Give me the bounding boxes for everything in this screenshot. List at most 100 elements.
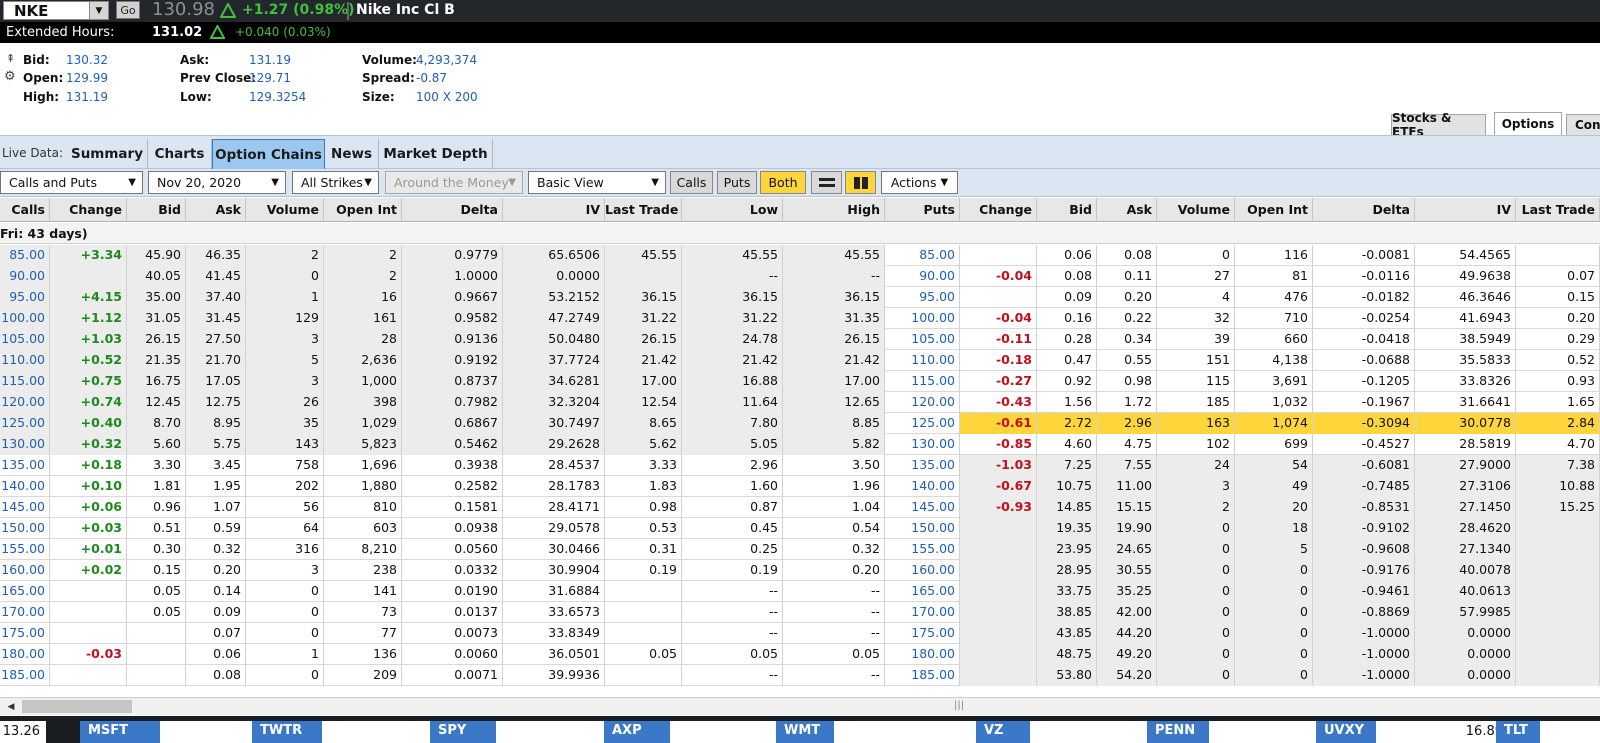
column-header-calls-4[interactable]: Volume xyxy=(246,198,324,222)
put-cell[interactable]: 0 xyxy=(1157,539,1235,560)
call-cell[interactable]: +0.32 xyxy=(50,434,127,455)
put-cell[interactable]: 53.80 xyxy=(1037,665,1097,686)
table-row[interactable]: 95.00 +4.15 35.00 37.40 1 16 0.9667 53.2152 36.1… xyxy=(0,287,1600,308)
call-cell[interactable]: 0.05 xyxy=(605,644,682,665)
put-cell[interactable]: -1.0000 xyxy=(1313,644,1415,665)
call-cell[interactable]: 24.78 xyxy=(682,329,783,350)
call-cell[interactable]: 12.75 xyxy=(186,392,246,413)
column-header-calls-9[interactable]: Low xyxy=(682,198,783,222)
call-cell[interactable]: 758 xyxy=(246,455,324,476)
call-cell[interactable]: 28 xyxy=(324,329,402,350)
call-cell[interactable]: 1,696 xyxy=(324,455,402,476)
call-cell[interactable]: 30.7497 xyxy=(503,413,605,434)
put-strike-cell[interactable]: 170.00 xyxy=(885,602,960,623)
put-cell[interactable]: 0 xyxy=(1157,581,1235,602)
put-cell[interactable]: 39 xyxy=(1157,329,1235,350)
put-cell[interactable]: 0 xyxy=(1235,602,1313,623)
call-cell[interactable]: 21.42 xyxy=(605,350,682,371)
put-cell[interactable]: 35.25 xyxy=(1097,581,1157,602)
put-cell[interactable]: -0.0688 xyxy=(1313,350,1415,371)
table-row[interactable]: 175.00 0.07 0 77 0.0073 33.8349 -- -- 175.00 43.8… xyxy=(0,623,1600,644)
tab-summary[interactable]: Summary xyxy=(67,139,148,169)
call-cell[interactable]: 27.50 xyxy=(186,329,246,350)
put-strike-cell[interactable]: 135.00 xyxy=(885,455,960,476)
call-cell[interactable]: 0.54 xyxy=(783,518,885,539)
call-cell[interactable]: -- xyxy=(783,623,885,644)
call-cell[interactable] xyxy=(127,644,186,665)
put-strike-cell[interactable]: 175.00 xyxy=(885,623,960,644)
column-header-calls-7[interactable]: IV xyxy=(503,198,605,222)
call-cell[interactable]: 12.45 xyxy=(127,392,186,413)
put-cell[interactable]: 49.20 xyxy=(1097,644,1157,665)
put-cell[interactable]: 27.1340 xyxy=(1415,539,1516,560)
call-cell[interactable]: 8.85 xyxy=(783,413,885,434)
put-cell[interactable]: 163 xyxy=(1157,413,1235,434)
call-cell[interactable]: 0.2582 xyxy=(402,476,503,497)
put-cell[interactable]: -0.93 xyxy=(960,497,1037,518)
put-cell[interactable]: 18 xyxy=(1235,518,1313,539)
call-strike-cell[interactable]: 140.00 xyxy=(0,476,50,497)
put-cell[interactable] xyxy=(1516,644,1600,665)
call-cell[interactable]: 34.6281 xyxy=(503,371,605,392)
call-cell[interactable]: 136 xyxy=(324,644,402,665)
call-cell[interactable]: 0.32 xyxy=(783,539,885,560)
put-cell[interactable]: -0.0182 xyxy=(1313,287,1415,308)
call-cell[interactable]: 3 xyxy=(246,329,324,350)
call-cell[interactable]: 46.35 xyxy=(186,245,246,266)
call-cell[interactable]: 0.19 xyxy=(605,560,682,581)
call-cell[interactable]: 129 xyxy=(246,308,324,329)
call-cell[interactable]: 0.45 xyxy=(682,518,783,539)
call-cell[interactable]: -- xyxy=(783,581,885,602)
put-cell[interactable]: -0.1967 xyxy=(1313,392,1415,413)
call-cell[interactable]: 1.04 xyxy=(783,497,885,518)
put-cell[interactable]: 0.34 xyxy=(1097,329,1157,350)
chevron-down-icon[interactable]: ▼ xyxy=(89,2,108,19)
table-row[interactable]: 100.00 +1.12 31.05 31.45 129 161 0.9582 47.2749… xyxy=(0,308,1600,329)
put-cell[interactable]: 15.15 xyxy=(1097,497,1157,518)
put-strike-cell[interactable]: 160.00 xyxy=(885,560,960,581)
put-cell[interactable]: 0.11 xyxy=(1097,266,1157,287)
put-cell[interactable]: 5 xyxy=(1235,539,1313,560)
call-cell[interactable] xyxy=(50,266,127,287)
table-row[interactable]: 85.00 +3.34 45.90 46.35 2 2 0.9779 65.6506 45.55… xyxy=(0,245,1600,266)
put-cell[interactable]: -0.04 xyxy=(960,308,1037,329)
call-cell[interactable]: 0.30 xyxy=(127,539,186,560)
ticker-item[interactable]: UVXY 16.89 xyxy=(1316,721,1509,743)
call-cell[interactable]: 202 xyxy=(246,476,324,497)
call-strike-cell[interactable]: 90.00 xyxy=(0,266,50,287)
call-cell[interactable]: 0.05 xyxy=(783,644,885,665)
put-strike-cell[interactable]: 150.00 xyxy=(885,518,960,539)
call-cell[interactable]: 0.1581 xyxy=(402,497,503,518)
put-cell[interactable] xyxy=(960,560,1037,581)
put-cell[interactable]: 0.07 xyxy=(1516,266,1600,287)
put-cell[interactable]: 49.9638 xyxy=(1415,266,1516,287)
call-cell[interactable]: -- xyxy=(783,266,885,287)
put-cell[interactable]: 1.72 xyxy=(1097,392,1157,413)
call-strike-cell[interactable]: 170.00 xyxy=(0,602,50,623)
call-cell[interactable]: 28.1783 xyxy=(503,476,605,497)
table-row[interactable]: 115.00 +0.75 16.75 17.05 3 1,000 0.8737 34.6281… xyxy=(0,371,1600,392)
call-strike-cell[interactable]: 165.00 xyxy=(0,581,50,602)
call-cell[interactable]: 0.19 xyxy=(682,560,783,581)
call-cell[interactable]: +0.52 xyxy=(50,350,127,371)
put-cell[interactable]: -0.4527 xyxy=(1313,434,1415,455)
call-cell[interactable]: -- xyxy=(682,266,783,287)
column-header-puts-4[interactable]: Volume xyxy=(1157,198,1235,222)
call-cell[interactable] xyxy=(50,665,127,686)
put-cell[interactable]: -0.0081 xyxy=(1313,245,1415,266)
put-cell[interactable]: 185 xyxy=(1157,392,1235,413)
put-cell[interactable]: 0 xyxy=(1157,518,1235,539)
put-cell[interactable]: 1.56 xyxy=(1037,392,1097,413)
put-cell[interactable]: 0.55 xyxy=(1097,350,1157,371)
call-cell[interactable]: 39.9936 xyxy=(503,665,605,686)
call-cell[interactable]: 21.42 xyxy=(682,350,783,371)
call-cell[interactable]: 0.9136 xyxy=(402,329,503,350)
put-cell[interactable]: 20 xyxy=(1235,497,1313,518)
put-cell[interactable] xyxy=(960,245,1037,266)
call-cell[interactable]: +0.06 xyxy=(50,497,127,518)
put-cell[interactable]: -0.9176 xyxy=(1313,560,1415,581)
call-cell[interactable]: 0.98 xyxy=(605,497,682,518)
call-cell[interactable]: 0.20 xyxy=(186,560,246,581)
call-cell[interactable]: 143 xyxy=(246,434,324,455)
put-cell[interactable]: 38.5949 xyxy=(1415,329,1516,350)
